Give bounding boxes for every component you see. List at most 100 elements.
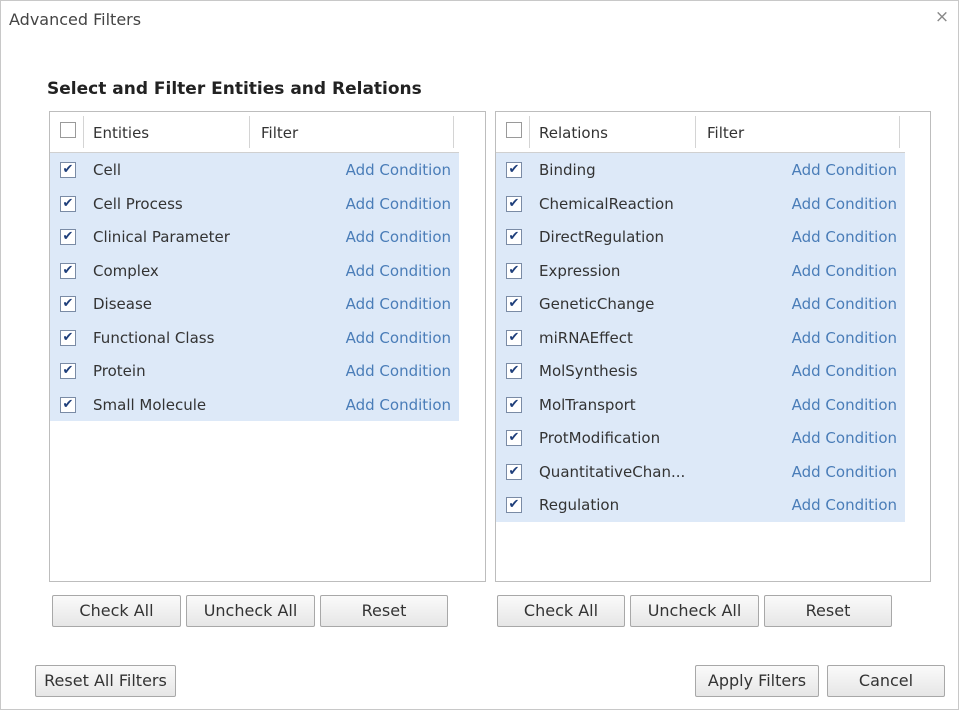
entities-panel: Entities Filter ✔ Cell Add Condition ✔ Cell …	[49, 111, 486, 582]
row-checkbox[interactable]: ✔	[60, 396, 76, 413]
add-condition-link[interactable]: Add Condition	[346, 161, 451, 179]
relations-row[interactable]: ✔ Binding Add Condition	[496, 153, 905, 187]
row-label: Cell	[93, 161, 122, 179]
relations-row[interactable]: ✔ QuantitativeChan... Add Condition	[496, 454, 905, 488]
row-label: Clinical Parameter	[93, 228, 230, 246]
column-separator	[695, 116, 696, 148]
select-all-relations-checkbox[interactable]	[506, 122, 522, 138]
row-checkbox[interactable]: ✔	[506, 229, 522, 245]
row-checkbox[interactable]: ✔	[506, 195, 522, 212]
column-separator	[899, 116, 900, 148]
row-label: MolSynthesis	[539, 362, 638, 380]
add-condition-link[interactable]: Add Condition	[346, 329, 451, 347]
entities-row[interactable]: ✔ Disease Add Condition	[50, 287, 459, 321]
relations-row[interactable]: ✔ ChemicalReaction Add Condition	[496, 186, 905, 220]
row-checkbox[interactable]: ✔	[60, 229, 76, 245]
entities-row[interactable]: ✔ Complex Add Condition	[50, 253, 459, 287]
dialog-title: Advanced Filters	[9, 10, 142, 29]
row-label: Small Molecule	[93, 395, 207, 414]
row-checkbox[interactable]: ✔	[60, 329, 76, 346]
column-separator	[249, 116, 250, 148]
row-checkbox[interactable]: ✔	[60, 296, 76, 312]
add-condition-link[interactable]: Add Condition	[792, 396, 897, 414]
add-condition-link[interactable]: Add Condition	[346, 195, 451, 213]
reset-all-filters-button[interactable]: Reset All Filters	[35, 665, 176, 697]
relations-row[interactable]: ✔ ProtModification Add Condition	[496, 421, 905, 455]
relations-uncheck-all-button[interactable]: Uncheck All	[630, 595, 759, 627]
column-separator	[529, 116, 530, 148]
row-label: miRNAEffect	[539, 328, 633, 347]
apply-filters-button[interactable]: Apply Filters	[695, 665, 819, 697]
relations-row[interactable]: ✔ Regulation Add Condition	[496, 488, 905, 522]
relations-column-header[interactable]: Relations	[539, 124, 608, 142]
entities-check-all-button[interactable]: Check All	[52, 595, 181, 627]
relations-filter-column-header[interactable]: Filter	[707, 124, 744, 142]
add-condition-link[interactable]: Add Condition	[792, 195, 897, 213]
add-condition-link[interactable]: Add Condition	[346, 396, 451, 414]
select-all-entities-checkbox[interactable]	[60, 122, 76, 138]
entities-reset-button[interactable]: Reset	[320, 595, 448, 627]
entities-row[interactable]: ✔ Clinical Parameter Add Condition	[50, 220, 459, 254]
relations-reset-button[interactable]: Reset	[764, 595, 892, 627]
row-checkbox[interactable]: ✔	[506, 262, 522, 279]
entities-grid: Entities Filter ✔ Cell Add Condition ✔ Cell …	[50, 112, 459, 421]
add-condition-link[interactable]: Add Condition	[792, 463, 897, 481]
row-label: MolTransport	[539, 395, 636, 414]
row-checkbox[interactable]: ✔	[60, 195, 76, 212]
add-condition-link[interactable]: Add Condition	[346, 228, 451, 246]
relations-row[interactable]: ✔ MolTransport Add Condition	[496, 387, 905, 421]
add-condition-link[interactable]: Add Condition	[346, 362, 451, 380]
row-checkbox[interactable]: ✔	[506, 497, 522, 513]
entities-row[interactable]: ✔ Cell Process Add Condition	[50, 186, 459, 220]
relations-rows: ✔ Binding Add Condition ✔ ChemicalReaction Ad…	[496, 153, 905, 522]
row-checkbox[interactable]: ✔	[60, 162, 76, 178]
row-label: Binding	[539, 161, 596, 179]
section-title: Select and Filter Entities and Relations	[47, 79, 422, 99]
row-checkbox[interactable]: ✔	[506, 329, 522, 346]
row-checkbox[interactable]: ✔	[506, 363, 522, 379]
add-condition-link[interactable]: Add Condition	[792, 161, 897, 179]
relations-row[interactable]: ✔ miRNAEffect Add Condition	[496, 320, 905, 354]
cancel-button[interactable]: Cancel	[827, 665, 945, 697]
row-label: Cell Process	[93, 194, 183, 213]
add-condition-link[interactable]: Add Condition	[346, 295, 451, 313]
row-checkbox[interactable]: ✔	[506, 162, 522, 178]
close-icon[interactable]: ×	[932, 7, 952, 27]
entities-row[interactable]: ✔ Small Molecule Add Condition	[50, 387, 459, 421]
add-condition-link[interactable]: Add Condition	[792, 496, 897, 514]
entities-uncheck-all-button[interactable]: Uncheck All	[186, 595, 315, 627]
title-bar: Advanced Filters ×	[1, 1, 958, 37]
row-label: GeneticChange	[539, 295, 655, 313]
relations-check-all-button[interactable]: Check All	[497, 595, 625, 627]
entities-row[interactable]: ✔ Protein Add Condition	[50, 354, 459, 388]
row-label: Regulation	[539, 496, 620, 514]
relations-row[interactable]: ✔ GeneticChange Add Condition	[496, 287, 905, 321]
entities-header: Entities Filter	[50, 112, 459, 153]
add-condition-link[interactable]: Add Condition	[792, 228, 897, 246]
relations-row[interactable]: ✔ DirectRegulation Add Condition	[496, 220, 905, 254]
add-condition-link[interactable]: Add Condition	[792, 329, 897, 347]
relations-row[interactable]: ✔ MolSynthesis Add Condition	[496, 354, 905, 388]
row-checkbox[interactable]: ✔	[506, 296, 522, 312]
relations-row[interactable]: ✔ Expression Add Condition	[496, 253, 905, 287]
add-condition-link[interactable]: Add Condition	[792, 362, 897, 380]
add-condition-link[interactable]: Add Condition	[792, 429, 897, 447]
row-checkbox[interactable]: ✔	[506, 430, 522, 446]
row-label: Complex	[93, 261, 159, 280]
row-label: Expression	[539, 261, 621, 280]
entities-filter-column-header[interactable]: Filter	[261, 124, 298, 142]
add-condition-link[interactable]: Add Condition	[792, 262, 897, 280]
entities-row[interactable]: ✔ Cell Add Condition	[50, 153, 459, 187]
relations-grid: Relations Filter ✔ Binding Add Condition ✔ C…	[496, 112, 905, 522]
row-checkbox[interactable]: ✔	[60, 363, 76, 379]
entities-row[interactable]: ✔ Functional Class Add Condition	[50, 320, 459, 354]
column-separator	[83, 116, 84, 148]
row-label: Protein	[93, 362, 146, 380]
row-checkbox[interactable]: ✔	[60, 262, 76, 279]
row-checkbox[interactable]: ✔	[506, 396, 522, 413]
row-checkbox[interactable]: ✔	[506, 463, 522, 480]
add-condition-link[interactable]: Add Condition	[792, 295, 897, 313]
entities-column-header[interactable]: Entities	[93, 124, 149, 142]
advanced-filters-dialog: Advanced Filters × Select and Filter Ent…	[0, 0, 959, 710]
add-condition-link[interactable]: Add Condition	[346, 262, 451, 280]
